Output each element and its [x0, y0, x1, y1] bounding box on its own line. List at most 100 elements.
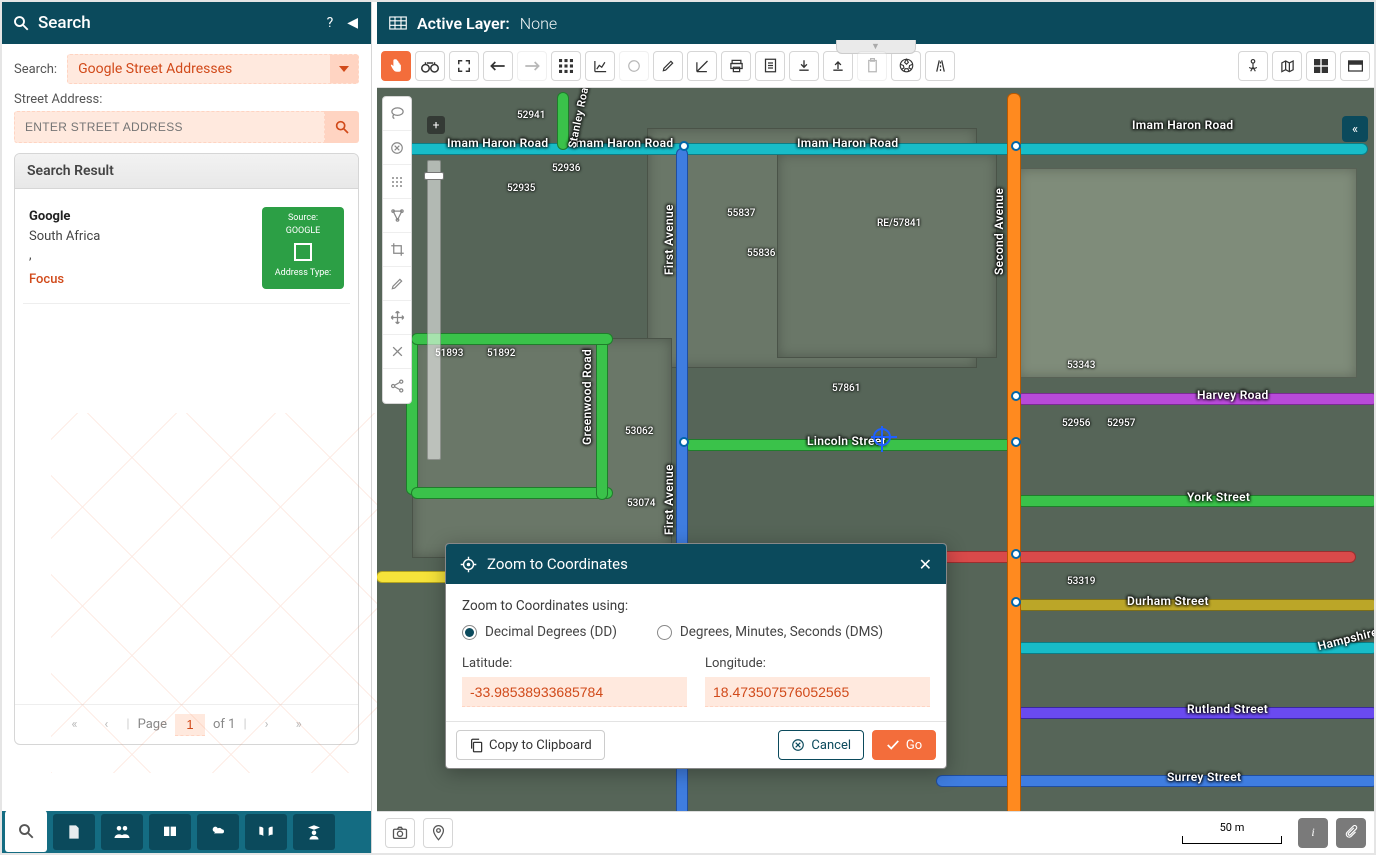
expand-legend-button[interactable]: « [1342, 116, 1368, 142]
chart-button[interactable] [585, 51, 615, 81]
dots-tool-button[interactable] [383, 165, 411, 199]
search-result-item[interactable]: Google South Africa , Focus Source: GOOG… [23, 199, 350, 304]
pointer-tool-button[interactable] [381, 51, 411, 81]
street-label: Harvey Road [1197, 388, 1269, 402]
tab-people[interactable] [101, 814, 143, 850]
crosshair-icon [873, 428, 891, 446]
panel-toggle-button[interactable] [1340, 51, 1370, 81]
grid-tool-button[interactable] [551, 51, 581, 81]
parcel-number: 52935 [507, 183, 535, 194]
zoom-slider-handle[interactable] [424, 172, 444, 180]
info-button[interactable]: i [1298, 818, 1328, 848]
search-panel-header: Search ? ◀ [2, 2, 371, 44]
street-label: Imam Haron Road [572, 136, 673, 150]
result-title: Google [29, 207, 254, 227]
camera-button[interactable] [385, 818, 415, 848]
measure-button[interactable] [687, 51, 717, 81]
basemap-button[interactable] [1272, 51, 1302, 81]
street-label: York Street [1187, 490, 1250, 504]
clear-tool-button[interactable] [383, 131, 411, 165]
lasso-tool-button[interactable] [383, 97, 411, 131]
zoom-slider[interactable] [427, 160, 441, 460]
edit-button[interactable] [653, 51, 683, 81]
tab-book[interactable] [149, 814, 191, 850]
back-button[interactable] [483, 51, 513, 81]
search-icon [12, 14, 30, 32]
street-label: Rutland Street [1187, 702, 1268, 716]
copy-clipboard-button[interactable]: Copy to Clipboard [456, 730, 605, 760]
sidebar-tabs [2, 811, 371, 853]
result-comma: , [29, 246, 254, 266]
result-pager: « ‹ | Page of 1 | › » [15, 704, 358, 744]
pager-page-input[interactable] [175, 714, 205, 736]
soccer-button[interactable] [891, 51, 921, 81]
source-square-icon [294, 243, 312, 261]
page-button[interactable] [755, 51, 785, 81]
network-tool-button[interactable] [383, 199, 411, 233]
street-label: Imam Haron Road [797, 136, 898, 150]
search-submit-button[interactable] [325, 111, 359, 143]
pager-next-button[interactable]: › [255, 713, 279, 737]
binoculars-button[interactable] [415, 51, 445, 81]
attach-button[interactable] [1336, 818, 1366, 848]
active-layer-value: None [520, 14, 557, 33]
pager-prev-button[interactable]: ‹ [94, 713, 118, 737]
search-type-label: Search: [14, 62, 57, 77]
move-tool-button[interactable] [383, 301, 411, 335]
parcel-number: 55836 [747, 248, 775, 259]
street-address-label: Street Address: [14, 92, 359, 107]
tab-weather[interactable] [197, 814, 239, 850]
dialog-subtitle: Zoom to Coordinates using: [462, 598, 930, 614]
street-label: Second Avenue [992, 188, 1006, 275]
parcel-number: RE/57841 [877, 218, 921, 229]
zoom-in-button[interactable]: + [427, 116, 445, 134]
street-address-input[interactable] [14, 111, 325, 143]
radio-dms[interactable]: Degrees, Minutes, Seconds (DMS) [657, 624, 883, 640]
tab-officer[interactable] [293, 814, 335, 850]
dialog-title: Zoom to Coordinates [487, 555, 909, 573]
fullscreen-button[interactable] [449, 51, 479, 81]
radio-decimal-degrees[interactable]: Decimal Degrees (DD) [462, 624, 617, 640]
search-type-select[interactable]: Google Street Addresses [67, 54, 359, 84]
zoom-coordinates-dialog: Zoom to Coordinates ✕ Zoom to Coordinate… [445, 543, 947, 769]
forward-button [517, 51, 547, 81]
parcel-number: 53343 [1067, 360, 1095, 371]
collapse-panel-button[interactable]: ◀ [344, 15, 361, 31]
radio-circle-icon [657, 625, 672, 640]
go-button[interactable]: Go [872, 730, 936, 760]
tab-document[interactable] [53, 814, 95, 850]
longitude-input[interactable] [705, 677, 930, 707]
help-button[interactable]: ? [324, 15, 337, 31]
pager-first-button[interactable]: « [62, 713, 86, 737]
map-vertical-toolbox [382, 96, 412, 404]
crop-tool-button[interactable] [383, 233, 411, 267]
latitude-label: Latitude: [462, 656, 687, 671]
dialog-close-button[interactable]: ✕ [919, 555, 932, 574]
upload-button[interactable] [823, 51, 853, 81]
search-panel-title: Search [38, 13, 316, 33]
parcel-number: 55837 [727, 208, 755, 219]
scale-bar: 50 m [1182, 821, 1282, 844]
road-button[interactable] [925, 51, 955, 81]
streetview-button[interactable] [1238, 51, 1268, 81]
grid4-button[interactable] [1306, 51, 1336, 81]
result-focus-link[interactable]: Focus [29, 270, 254, 290]
pager-of-label: of 1 [213, 717, 235, 732]
tab-open-book[interactable] [245, 814, 287, 850]
pencil-tool-button[interactable] [383, 267, 411, 301]
search-type-value: Google Street Addresses [78, 61, 232, 77]
print-button[interactable] [721, 51, 751, 81]
latitude-input[interactable] [462, 677, 687, 707]
longitude-label: Longitude: [705, 656, 930, 671]
pin-button[interactable] [423, 818, 453, 848]
cancel-button[interactable]: Cancel [778, 730, 864, 760]
delete-tool-button[interactable] [383, 335, 411, 369]
parcel-number: 53319 [1067, 576, 1095, 587]
map-canvas[interactable]: /* decorative only */ Imam Haron Road Im… [377, 88, 1374, 811]
download-button[interactable] [789, 51, 819, 81]
share-tool-button[interactable] [383, 369, 411, 403]
street-label: Surrey Street [1167, 770, 1241, 784]
tab-search[interactable] [5, 810, 47, 852]
pager-last-button[interactable]: » [287, 713, 311, 737]
parcel-number: 53062 [625, 426, 653, 437]
